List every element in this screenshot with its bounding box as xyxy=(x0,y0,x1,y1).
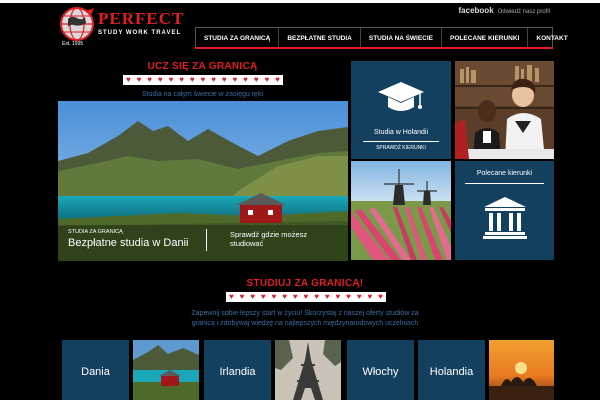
hero-banner[interactable]: STUDIA ZA GRANICĄ Bezpłatne studia w Dan… xyxy=(58,101,348,261)
country-dania[interactable]: Dania xyxy=(62,340,129,400)
country-paris-photo xyxy=(275,340,341,400)
tile-holland-sub[interactable]: SPRAWDŹ KIERUNKI xyxy=(351,145,451,151)
globe-icon xyxy=(60,7,94,41)
nav-underline xyxy=(195,47,553,49)
country-dania-label: Dania xyxy=(81,366,110,378)
country-holandia-label: Holandia xyxy=(429,366,474,378)
section1-subtitle: Studia na całym świecie w zasięgu ręki xyxy=(142,91,263,98)
hero-caption-large[interactable]: Bezpłatne studia w Danii xyxy=(68,237,188,249)
windmills-image xyxy=(351,161,451,260)
eiffel-tower-image xyxy=(275,340,341,400)
hero-divider xyxy=(206,229,207,251)
heart-divider-2: ♥ ♥ ♥ ♥ ♥ ♥ ♥ ♥ ♥ ♥ ♥ ♥ ♥ ♥ ♥ xyxy=(226,292,386,302)
university-building-icon xyxy=(483,197,527,239)
tile-holland-label: Studia w Holandii xyxy=(373,129,429,136)
header: PERFECT STUDY WORK TRAVEL Est. 1995 face… xyxy=(0,3,600,53)
brand-est: Est. 1995 xyxy=(62,41,84,47)
students-image xyxy=(455,61,554,159)
graduation-cap-icon xyxy=(378,82,424,111)
country-irlandia-label: Irlandia xyxy=(219,366,256,378)
facebook-link[interactable]: facebook Odwiedź nasz profil xyxy=(459,6,550,15)
brand-name: PERFECT xyxy=(98,9,185,28)
country-dania-photo xyxy=(133,340,199,400)
tile-windmills-photo xyxy=(351,161,451,260)
sydney-opera-image xyxy=(489,340,554,400)
heart-divider: ♥ ♥ ♥ ♥ ♥ ♥ ♥ ♥ ♥ ♥ ♥ ♥ ♥ ♥ ♥ xyxy=(123,75,283,85)
country-wlochy[interactable]: Włochy xyxy=(347,340,414,400)
tile-holland-separator xyxy=(363,141,439,142)
nav-bezplatne-studia[interactable]: BEZPŁATNE STUDIA xyxy=(279,28,361,48)
hero-caption-small: STUDIA ZA GRANICĄ xyxy=(68,229,123,235)
section1-title: UCZ SIĘ ZA GRANICĄ xyxy=(147,61,258,72)
country-wlochy-label: Włochy xyxy=(362,366,399,378)
section2-title: STUDIUJ ZA GRANICĄ! xyxy=(246,278,364,289)
facebook-icon: facebook xyxy=(458,6,494,15)
denmark-landscape-image xyxy=(133,340,199,400)
hero-link[interactable]: Sprawdź gdzie możesz studiować xyxy=(230,230,310,248)
nav-polecane-kierunki[interactable]: POLECANE KIERUNKI xyxy=(442,28,529,48)
country-holandia[interactable]: Holandia xyxy=(418,340,485,400)
tile-students-photo xyxy=(455,61,554,159)
section2-description: Zapewnij sobie lepszy start w życiu! Sko… xyxy=(191,310,419,327)
nav-studia-za-granica[interactable]: STUDIA ZA GRANICĄ xyxy=(196,28,280,48)
facebook-text: Odwiedź nasz profil xyxy=(497,9,550,15)
tile-recommended-separator xyxy=(465,183,544,184)
country-irlandia[interactable]: Irlandia xyxy=(204,340,271,400)
nav-kontakt[interactable]: KONTAKT xyxy=(528,28,575,48)
main-nav: STUDIA ZA GRANICĄ BEZPŁATNE STUDIA STUDI… xyxy=(195,27,568,49)
brand-logo[interactable]: PERFECT STUDY WORK TRAVEL Est. 1995 xyxy=(58,5,188,47)
tile-recommended-label: Polecane kierunki xyxy=(476,170,533,177)
brand-tagline: STUDY WORK TRAVEL xyxy=(98,30,182,36)
nav-studia-na-swiecie[interactable]: STUDIA NA ŚWIECIE xyxy=(361,28,443,48)
tile-studia-w-holandii[interactable]: Studia w Holandii SPRAWDŹ KIERUNKI xyxy=(351,61,451,159)
country-sydney-photo xyxy=(489,340,554,400)
tile-polecane-kierunki[interactable]: Polecane kierunki xyxy=(455,161,554,260)
